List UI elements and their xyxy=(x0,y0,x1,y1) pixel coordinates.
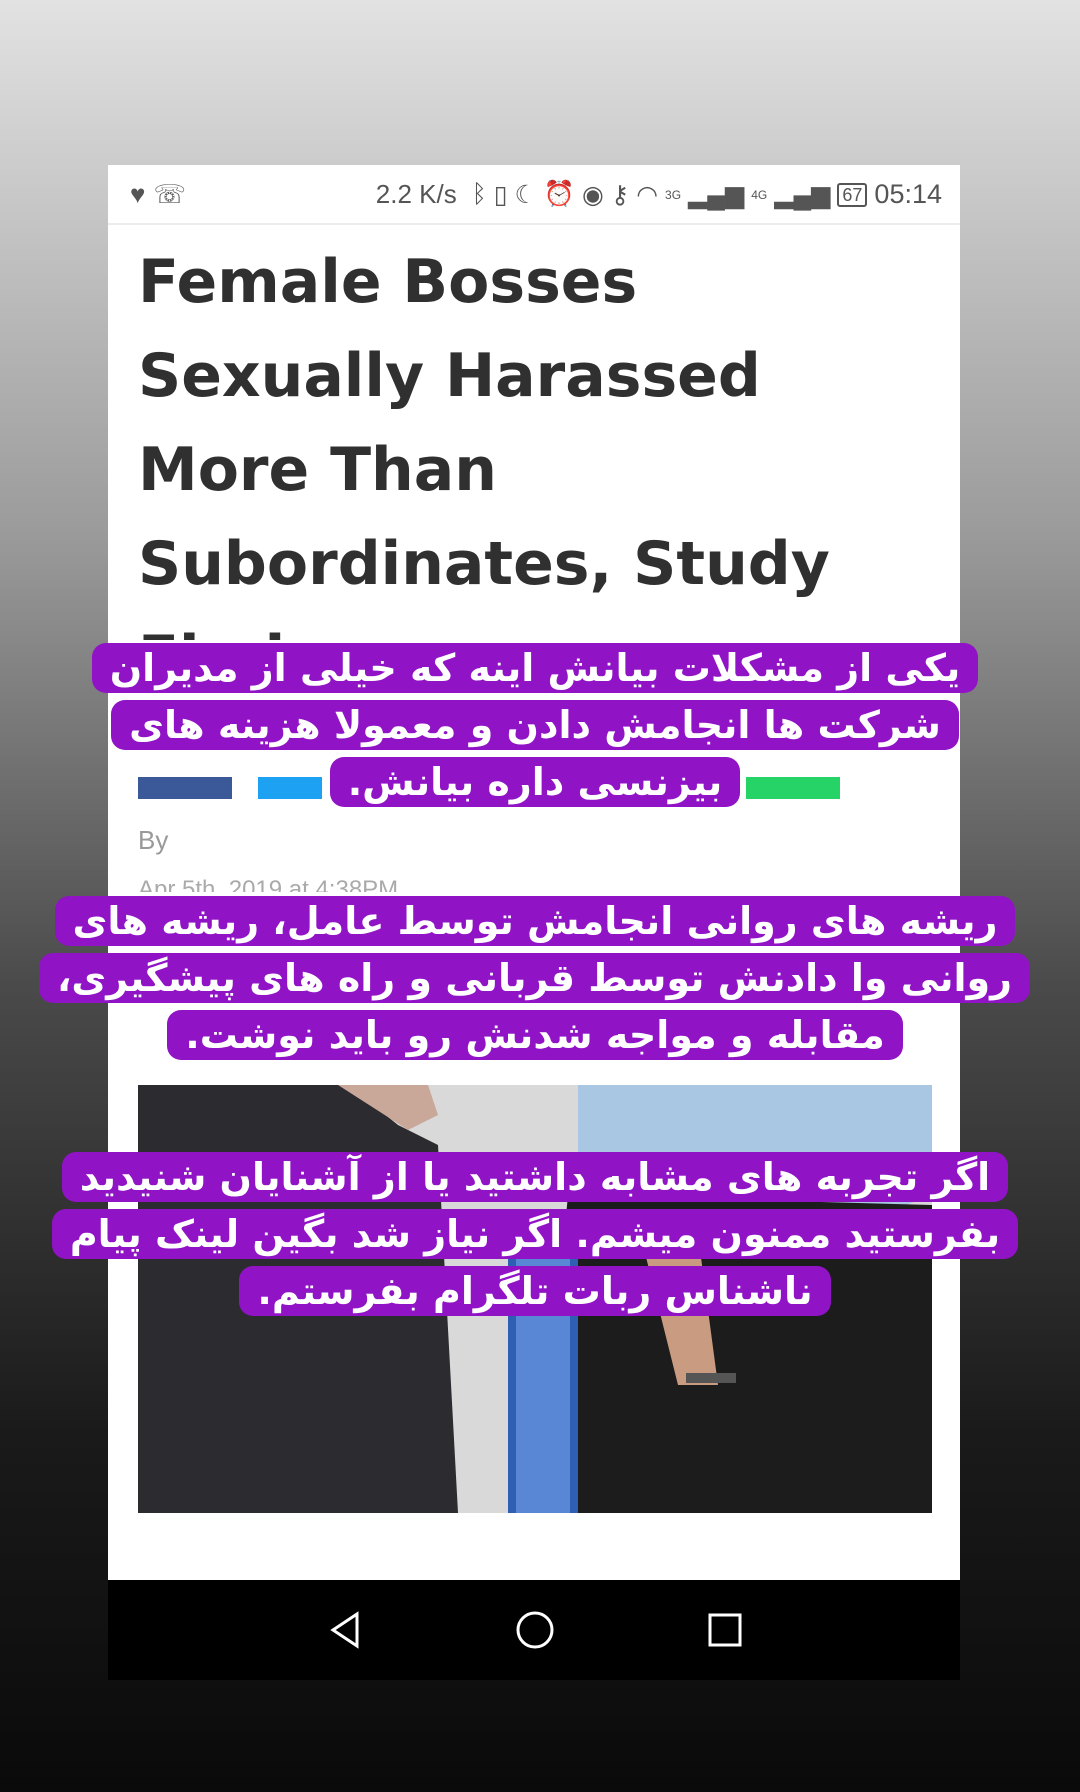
heart-rate-icon: ♥ xyxy=(130,179,146,209)
signal-icon: ▂▄▆ xyxy=(688,180,745,209)
back-icon[interactable] xyxy=(323,1608,367,1652)
caption-text: ریشه های روانی انجامش توسط عامل، ریشه ها… xyxy=(38,896,1030,1060)
story-caption-1: یکی از مشکلات بیانش اینه که خیلی از مدیر… xyxy=(60,640,1010,811)
status-left-icons: ♥ ☏ xyxy=(130,179,186,210)
article-byline: By xyxy=(138,825,169,855)
key-icon: ⚷ xyxy=(610,180,630,209)
status-bar: ♥ ☏ 2.2 K/s ᛒ ▯ ☾ ⏰ ◉ ⚷ ◠ 3G ▂▄▆ 4G ▂▄▆ … xyxy=(108,165,960,225)
article-headline: Female Bosses Sexually Harassed More Tha… xyxy=(138,247,830,640)
story-caption-3: اگر تجربه های مشابه داشتید یا از آشنایان… xyxy=(50,1149,1020,1320)
battery-level: 67 xyxy=(837,182,868,207)
wifi-icon: ◠ xyxy=(636,180,659,209)
story-caption-2: ریشه های روانی انجامش توسط عامل، ریشه ها… xyxy=(38,893,1030,1064)
status-right-icons: 2.2 K/s ᛒ ▯ ☾ ⏰ ◉ ⚷ ◠ 3G ▂▄▆ 4G ▂▄▆ 67 0… xyxy=(376,179,942,210)
bluetooth-icon: ᛒ xyxy=(471,180,487,208)
caption-text: یکی از مشکلات بیانش اینه که خیلی از مدیر… xyxy=(91,643,979,807)
alarm-icon: ⏰ xyxy=(543,180,576,208)
home-icon[interactable] xyxy=(513,1608,557,1652)
caption-text: اگر تجربه های مشابه داشتید یا از آشنایان… xyxy=(51,1152,1019,1316)
signal-icon: ▂▄▆ xyxy=(774,180,831,209)
vibrate-icon: ▯ xyxy=(493,180,508,209)
recents-icon[interactable] xyxy=(703,1608,747,1652)
network-speed: 2.2 K/s xyxy=(375,179,457,209)
article-date: Apr 5th, 2019 at 4:38PM xyxy=(138,876,399,892)
network-3g-label: 3G xyxy=(665,187,682,202)
moon-icon: ☾ xyxy=(514,180,537,209)
network-4g-label: 4G xyxy=(751,187,768,202)
eye-icon: ◉ xyxy=(582,180,604,209)
missed-call-icon: ☏ xyxy=(153,179,186,209)
navigation-bar xyxy=(108,1580,960,1680)
clock-time: 05:14 xyxy=(874,179,942,209)
